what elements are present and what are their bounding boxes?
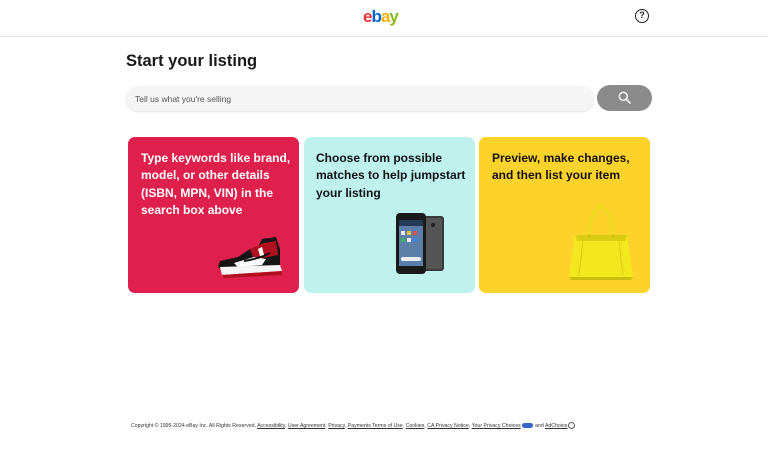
search-button[interactable]	[597, 85, 652, 111]
footer-link-payments-terms[interactable]: Payments Terms of Use	[348, 423, 403, 429]
ebay-logo[interactable]: ebay	[363, 7, 399, 26]
sneaker-image	[218, 237, 282, 278]
copyright-text: Copyright © 1995-2024 eBay Inc. All Righ…	[131, 422, 256, 429]
help-icon[interactable]: ?	[635, 9, 649, 23]
tip-card-keywords: Type keywords like brand, model, or othe…	[128, 137, 299, 293]
logo-letter-b: b	[371, 7, 381, 26]
footer-link-user-agreement[interactable]: User Agreement	[288, 423, 325, 429]
logo-letter-y: y	[389, 7, 399, 26]
card-text: Choose from possible matches to help jum…	[316, 151, 466, 200]
footer-link-accessibility[interactable]: Accessibility	[257, 423, 285, 429]
footer-link-cookies[interactable]: Cookies	[406, 423, 425, 429]
footer-link-ca-privacy-notice[interactable]: CA Privacy Notice	[427, 423, 469, 429]
search-input[interactable]	[126, 86, 575, 111]
card-text: Preview, make changes, and then list you…	[492, 151, 630, 183]
search-bar	[126, 86, 594, 111]
phone-image	[396, 213, 444, 274]
footer: Copyright © 1995-2024 eBay Inc. All Righ…	[131, 422, 576, 429]
adchoice-icon	[568, 422, 576, 429]
footer-link-privacy[interactable]: Privacy	[328, 423, 345, 429]
logo-letter-e: e	[363, 7, 373, 26]
tip-card-preview: Preview, make changes, and then list you…	[479, 137, 650, 293]
handbag-image	[569, 205, 633, 280]
footer-and-text: and	[535, 422, 544, 429]
footer-link-privacy-choices[interactable]: Your Privacy Choices	[472, 423, 521, 429]
card-text: Type keywords like brand, model, or othe…	[141, 151, 291, 218]
search-icon	[618, 91, 631, 104]
privacy-choices-icon	[521, 423, 533, 428]
page-title: Start your listing	[126, 52, 258, 70]
footer-link-adchoice[interactable]: AdChoice	[545, 423, 568, 429]
logo-letter-a: a	[380, 7, 391, 26]
top-header: ebay ?	[0, 0, 768, 37]
tip-card-matches: Choose from possible matches to help jum…	[304, 137, 475, 293]
